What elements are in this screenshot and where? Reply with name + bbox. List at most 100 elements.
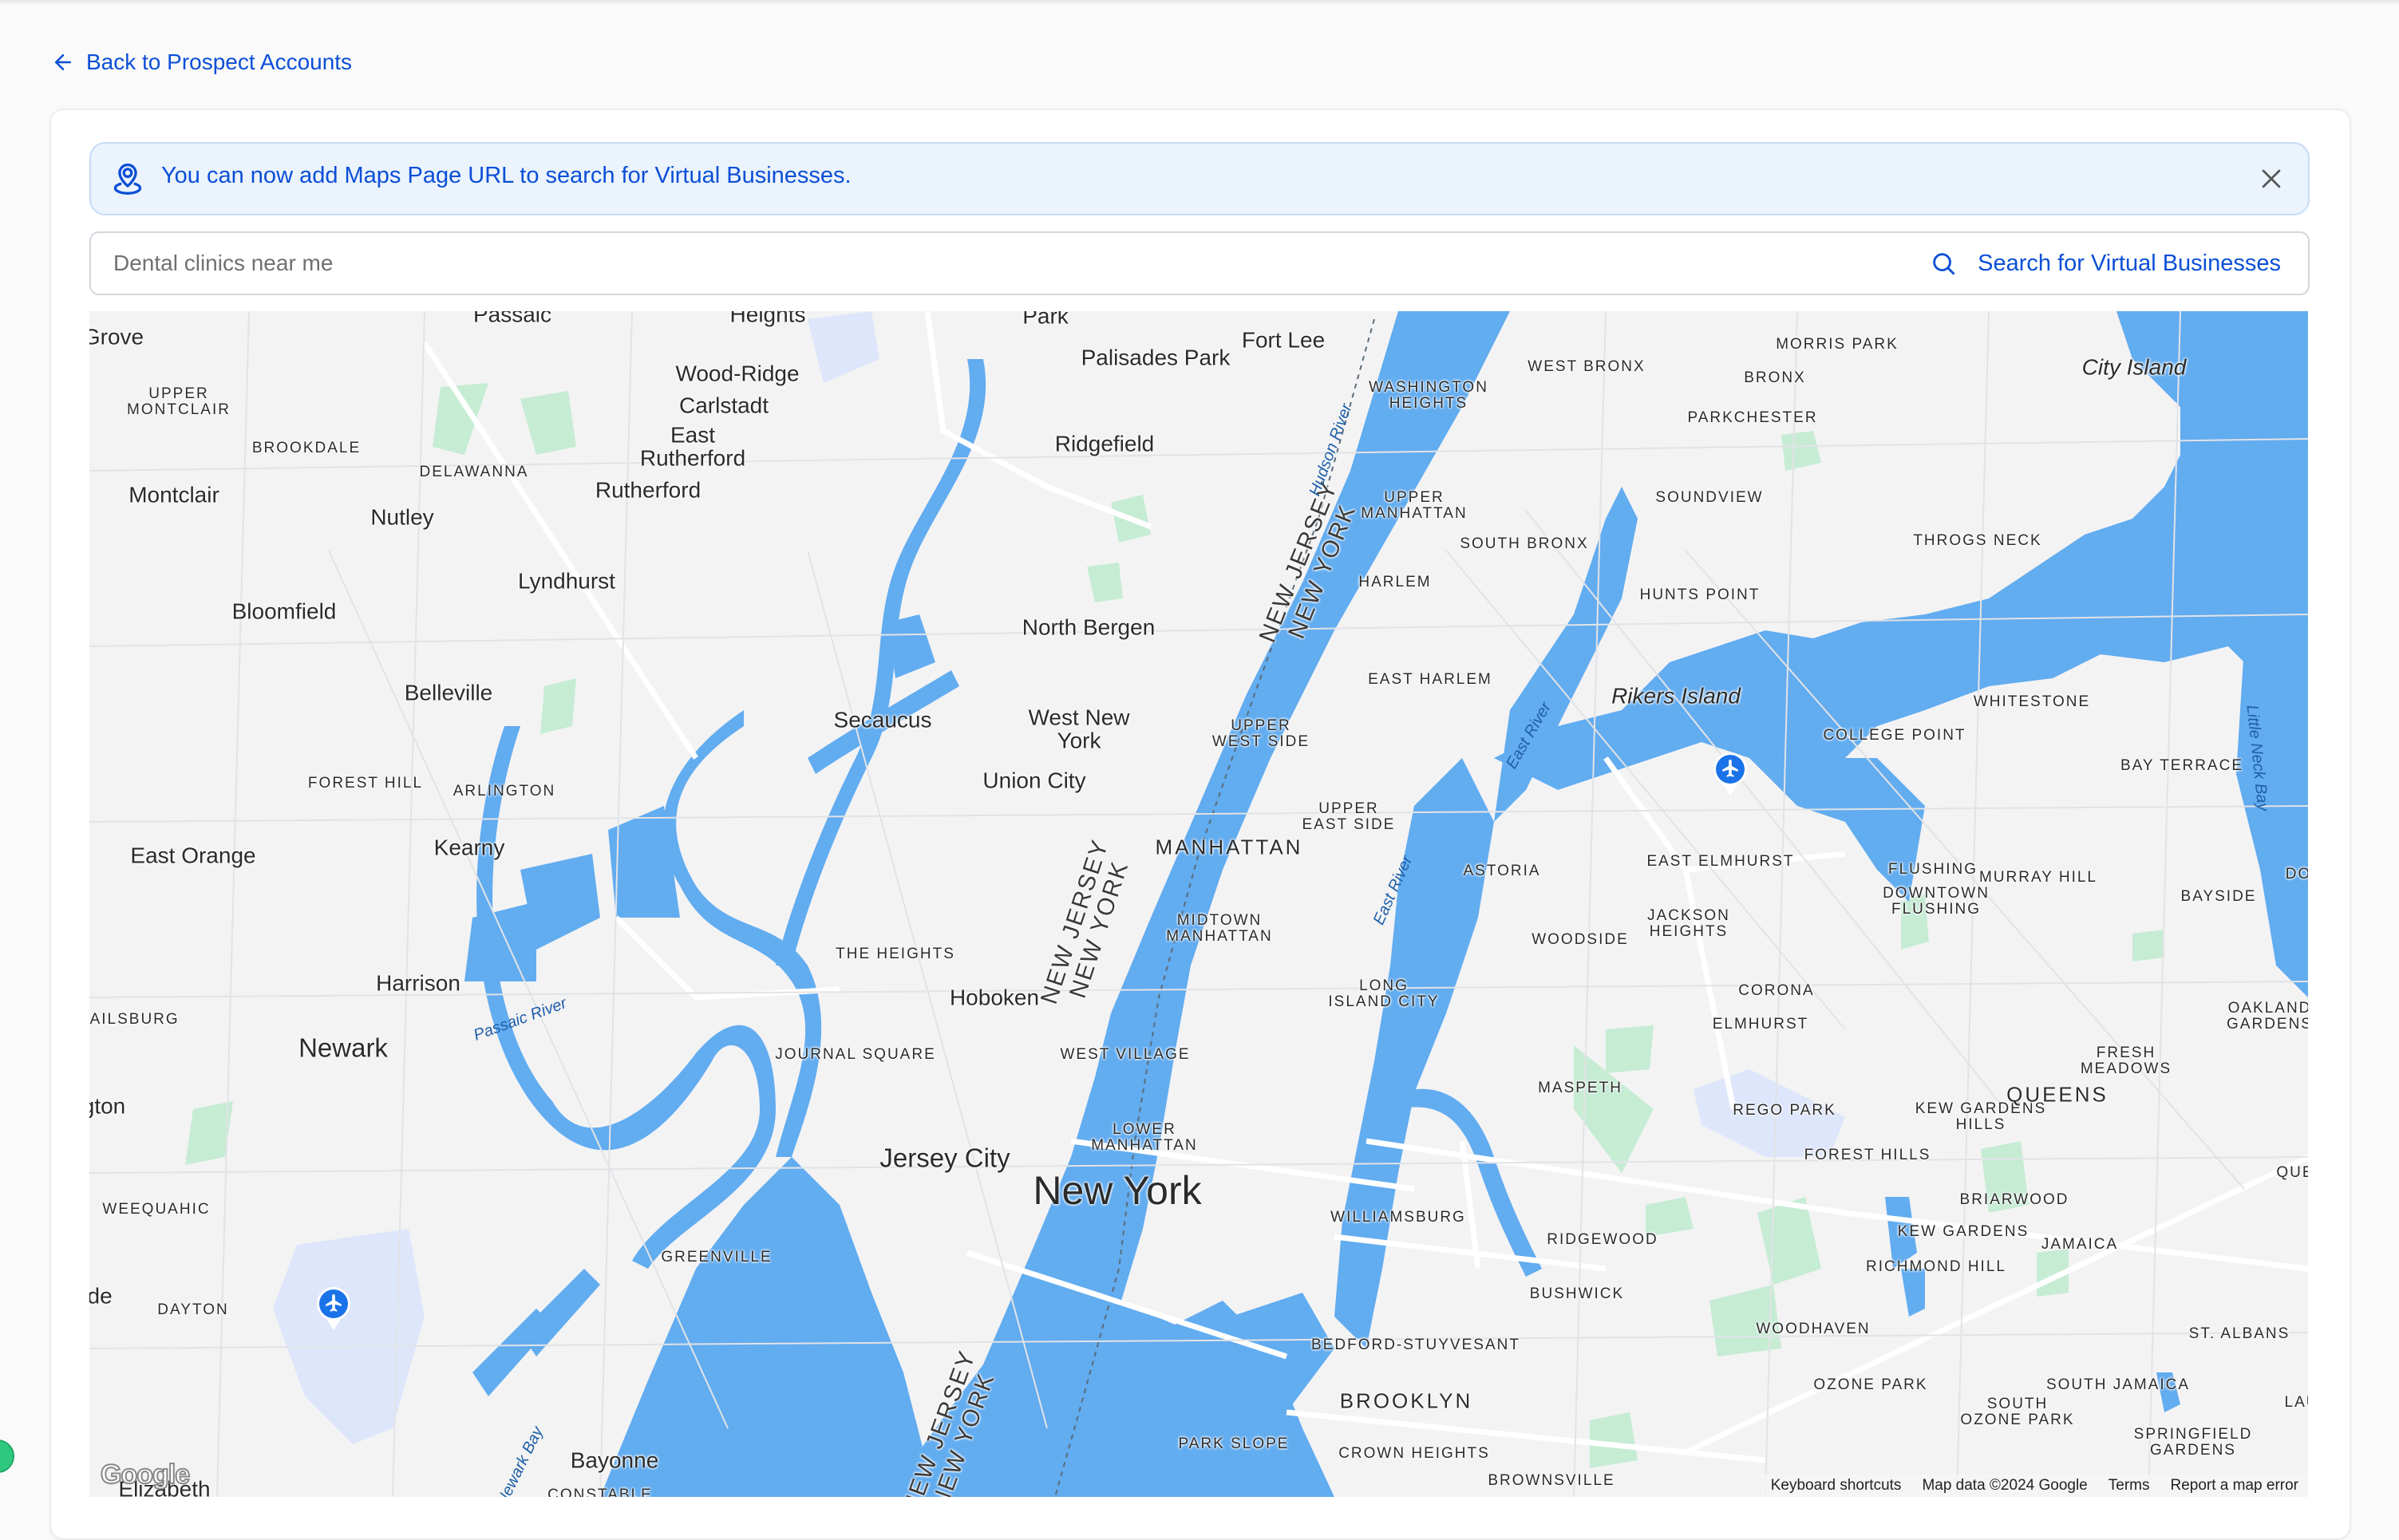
map-label-queens: QUEENS: [2006, 1082, 2109, 1107]
map-label-weequahic: WEEQUAHIC: [102, 1201, 211, 1218]
map-label-ridgewood: RIDGEWOOD: [1547, 1231, 1658, 1249]
report-map-error-link[interactable]: Report a map error: [2170, 1477, 2298, 1495]
map-label-ozone-park: OZONE PARK: [1813, 1376, 1928, 1394]
map-label-parkchester: PARKCHESTER: [1687, 409, 1818, 427]
map-label-bay-terrace: BAY TERRACE: [2120, 757, 2243, 775]
map-label-south-ozone-park: SOUTH OZONE PARK: [1960, 1396, 2075, 1428]
map-label-forest-hills: FOREST HILLS: [1804, 1147, 1931, 1164]
banner-message: You can now add Maps Page URL to search …: [161, 163, 852, 188]
map-label-bayonne: Bayonne: [570, 1447, 659, 1473]
map-label-passaic: Passaic: [472, 311, 552, 327]
search-button-label: Search for Virtual Businesses: [1978, 250, 2281, 276]
map-label-west-village: WEST VILLAGE: [1060, 1046, 1191, 1064]
map-label-corona: CORONA: [1738, 982, 1815, 1000]
map-label-upper-manhattan: UPPER MANHATTAN: [1361, 489, 1468, 522]
map-label-jamaica: JAMAICA: [2041, 1236, 2119, 1254]
map-label-maspeth: MASPETH: [1538, 1080, 1622, 1097]
map-label-new-york: New York: [1033, 1167, 1202, 1213]
map-label-journal-square: JOURNAL SQUARE: [775, 1046, 936, 1064]
map-label-murray-hill: MURRAY HILL: [1979, 869, 2097, 886]
map-label-east-elmhurst: EAST ELMHURST: [1646, 853, 1795, 871]
map-label-bayside: BAYSIDE: [2180, 888, 2257, 906]
map-label-brooklyn: BROOKLYN: [1339, 1388, 1473, 1413]
map-label-belleville: Belleville: [404, 680, 493, 705]
map-view[interactable]: Grove Passaic Heights Park Palisades Park For…: [89, 311, 2308, 1497]
map-label-south-bronx: SOUTH BRONX: [1460, 535, 1589, 553]
map-label-upper-east-side: UPPER EAST SIDE: [1302, 800, 1396, 833]
map-label-upper-montclair: UPPER MONTCLAIR: [127, 385, 231, 418]
map-label-hillside: ide: [89, 1283, 113, 1309]
status-indicator-dot[interactable]: [0, 1439, 14, 1473]
airplane-icon: [317, 1287, 350, 1330]
map-label-park: Park: [1022, 311, 1069, 329]
map-label-jackson-heights: JACKSON HEIGHTS: [1647, 907, 1730, 940]
map-label-union-city: Union City: [982, 768, 1086, 793]
map-label-nutley: Nutley: [370, 504, 434, 530]
map-label-washington-heights: WASHINGTON HEIGHTS: [1369, 379, 1488, 412]
map-label-morris-park: MORRIS PARK: [1776, 336, 1899, 353]
map-data-text: Map data ©2024 Google: [1922, 1477, 2088, 1494]
map-label-throgs-neck: THROGS NECK: [1913, 532, 2042, 550]
map-label-north-bergen: North Bergen: [1022, 614, 1156, 640]
terms-link[interactable]: Terms: [2109, 1477, 2150, 1495]
map-label-briarwood: BRIARWOOD: [1959, 1191, 2069, 1209]
map-label-vailsburg: VAILSBURG: [89, 1011, 180, 1029]
map-label-west-new-york: West New York: [1028, 705, 1130, 753]
top-bar-shadow: [0, 0, 2399, 5]
airport-marker-newark[interactable]: [315, 1285, 352, 1332]
map-label-rutherford: Rutherford: [595, 477, 702, 503]
map-label-college-point: COLLEGE POINT: [1823, 727, 1966, 744]
airplane-icon: [1713, 752, 1747, 796]
map-label-jersey-city: Jersey City: [879, 1143, 1010, 1173]
keyboard-shortcuts-link[interactable]: Keyboard shortcuts: [1771, 1477, 1902, 1495]
map-label-secaucus: Secaucus: [833, 707, 932, 732]
airport-marker-laguardia[interactable]: [1712, 751, 1749, 797]
info-banner: You can now add Maps Page URL to search …: [89, 142, 2310, 215]
map-label-williamsburg: WILLIAMSBURG: [1330, 1209, 1466, 1226]
map-label-long-island-city: LONG ISLAND CITY: [1328, 977, 1440, 1010]
map-label-downtown-flushing: DOWNTOWN FLUSHING: [1883, 885, 1990, 918]
search-virtual-businesses-button[interactable]: Search for Virtual Businesses: [1930, 246, 2281, 281]
google-logo[interactable]: Google: [100, 1459, 191, 1491]
map-label-richmond-hill: RICHMOND HILL: [1866, 1258, 2006, 1276]
map-label-astoria: ASTORIA: [1463, 863, 1541, 880]
map-label-forest-hill: FOREST HILL: [307, 775, 424, 792]
arrow-left-icon: [55, 54, 71, 70]
back-to-prospect-accounts-link[interactable]: Back to Prospect Accounts: [51, 49, 352, 75]
map-label-irvington: gton: [89, 1093, 126, 1119]
map-label-douglaston: DO: [2285, 866, 2308, 883]
map-label-kew-gardens: KEW GARDENS: [1897, 1223, 2029, 1241]
map-label-brownsville: BROWNSVILLE: [1488, 1472, 1615, 1490]
map-label-east-rutherford: East Rutherford: [639, 422, 746, 471]
search-bar: Search for Virtual Businesses: [89, 231, 2310, 295]
map-label-ridgefield: Ridgefield: [1054, 431, 1155, 456]
map-label-hoboken: Hoboken: [949, 985, 1040, 1010]
search-input[interactable]: [112, 243, 1871, 284]
map-label-rikers-island: Rikers Island: [1611, 683, 1741, 709]
map-label-west-bronx: WEST BRONX: [1528, 358, 1646, 376]
map-pin-user-icon: [113, 163, 142, 195]
map-label-east-orange: East Orange: [130, 843, 256, 868]
map-label-crown-heights: CROWN HEIGHTS: [1338, 1445, 1490, 1463]
map-label-elmhurst: ELMHURST: [1712, 1016, 1809, 1033]
map-label-palisades-park: Palisades Park: [1081, 345, 1231, 370]
map-label-whitestone: WHITESTONE: [1973, 693, 2091, 711]
map-label-rego-park: REGO PARK: [1733, 1102, 1836, 1119]
map-label-bed-stuy: BEDFORD-STUYVESANT: [1311, 1337, 1520, 1354]
map-label-bushwick: BUSHWICK: [1529, 1285, 1625, 1303]
map-label-newark: Newark: [298, 1033, 388, 1063]
back-link-label: Back to Prospect Accounts: [86, 49, 353, 74]
map-label-south-jamaica: SOUTH JAMAICA: [2045, 1376, 2191, 1394]
map-label-city-island: City Island: [2081, 354, 2187, 380]
map-label-dayton: DAYTON: [157, 1301, 229, 1319]
map-label-manhattan: MANHATTAN: [1155, 835, 1303, 859]
close-banner-icon[interactable]: [2255, 163, 2287, 195]
map-label-woodhaven: WOODHAVEN: [1756, 1321, 1871, 1338]
map-label-grove: Grove: [89, 324, 144, 349]
map-label-constable: CONSTABLE: [547, 1487, 653, 1497]
map-label-park-slope: PARK SLOPE: [1178, 1435, 1290, 1453]
map-label-soundview: SOUNDVIEW: [1655, 489, 1764, 507]
map-label-harrison: Harrison: [376, 970, 460, 996]
map-label-fort-lee: Fort Lee: [1241, 327, 1326, 353]
map-label-brookdale: BROOKDALE: [251, 440, 362, 457]
